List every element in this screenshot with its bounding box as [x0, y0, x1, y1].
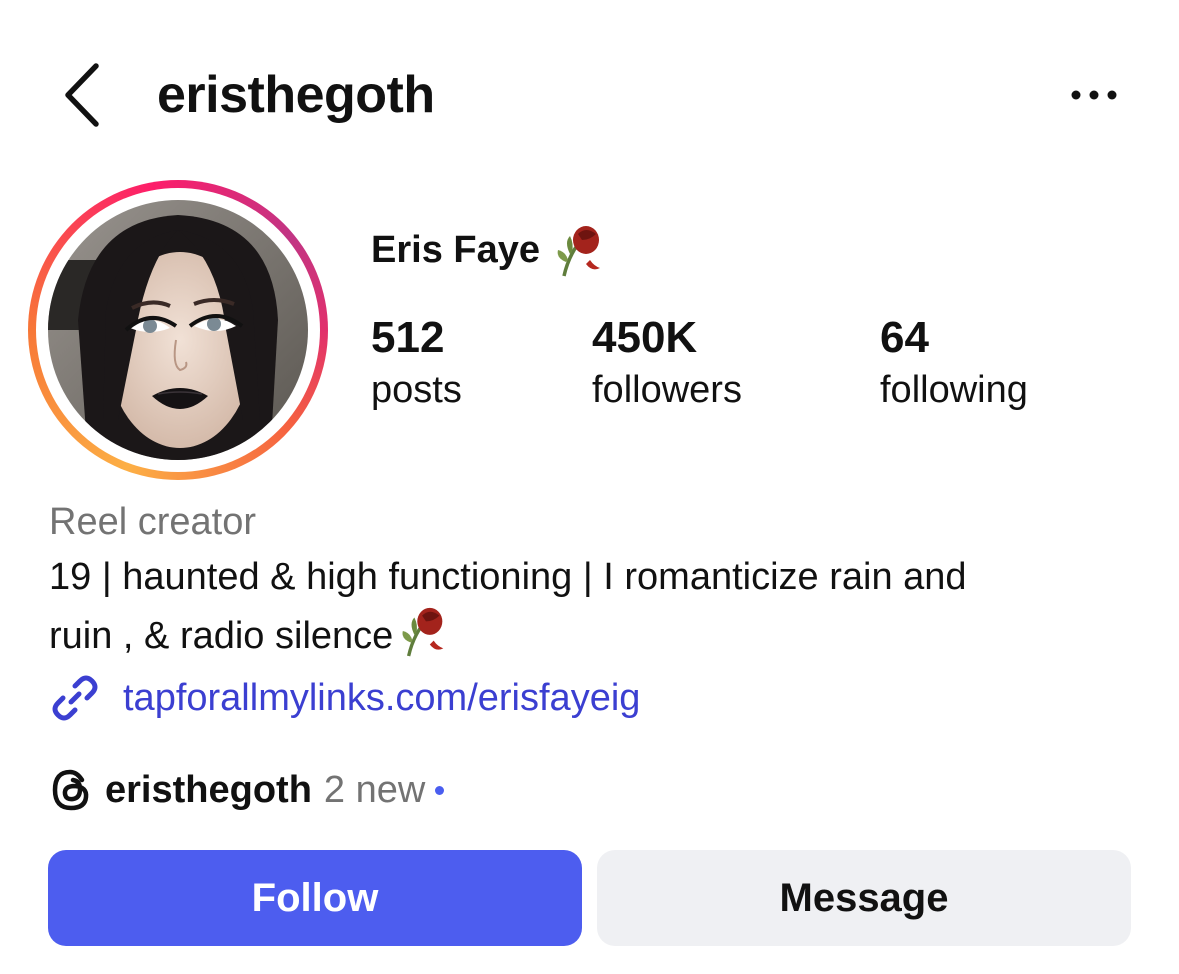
- profile-category: Reel creator: [49, 501, 256, 543]
- chevron-left-icon: [65, 63, 99, 127]
- display-name: Eris Faye: [371, 229, 540, 271]
- threads-new-count: 2 new: [323, 769, 426, 811]
- stat-followers-value: 450K: [592, 313, 698, 362]
- story-ring[interactable]: [28, 180, 328, 480]
- threads-badge[interactable]: eristhegoth 2 new: [49, 764, 445, 816]
- bio-text: 19 | haunted & high functioning | I roma…: [49, 550, 1139, 663]
- stat-following[interactable]: 64 following: [880, 312, 1028, 416]
- bio-link[interactable]: tapforallmylinks.com/erisfayeig: [49, 672, 640, 724]
- avatar: [48, 200, 308, 460]
- more-options-button[interactable]: [1066, 80, 1122, 110]
- stat-following-label: following: [880, 369, 1028, 411]
- follow-button[interactable]: Follow: [48, 850, 582, 946]
- display-name-row: Eris Faye: [371, 222, 608, 278]
- link-icon: [52, 675, 98, 721]
- threads-username: eristhegoth: [105, 769, 312, 811]
- stat-posts-label: posts: [371, 369, 462, 411]
- stat-followers[interactable]: 450K followers: [592, 312, 742, 416]
- bio-line-1: 19 | haunted & high functioning | I roma…: [49, 556, 967, 598]
- bio-line-2-row: ruin , & radio silence: [49, 604, 1139, 663]
- message-button[interactable]: Message: [597, 850, 1131, 946]
- threads-icon: [52, 769, 89, 811]
- bio-link-text: tapforallmylinks.com/erisfayeig: [123, 677, 641, 719]
- wilted-rose-icon: [402, 607, 444, 657]
- wilted-rose-icon: [557, 226, 600, 277]
- back-button[interactable]: [58, 60, 108, 130]
- stat-followers-label: followers: [592, 369, 742, 411]
- header-username: eristhegoth: [157, 66, 435, 124]
- ellipsis-icon: [1071, 90, 1117, 100]
- stat-following-value: 64: [880, 313, 929, 362]
- profile-photo: [48, 200, 308, 460]
- stat-posts-value: 512: [371, 313, 445, 362]
- bio-line-2: ruin , & radio silence: [49, 615, 394, 657]
- stat-posts[interactable]: 512 posts: [371, 312, 462, 416]
- threads-new-dot: [435, 785, 445, 795]
